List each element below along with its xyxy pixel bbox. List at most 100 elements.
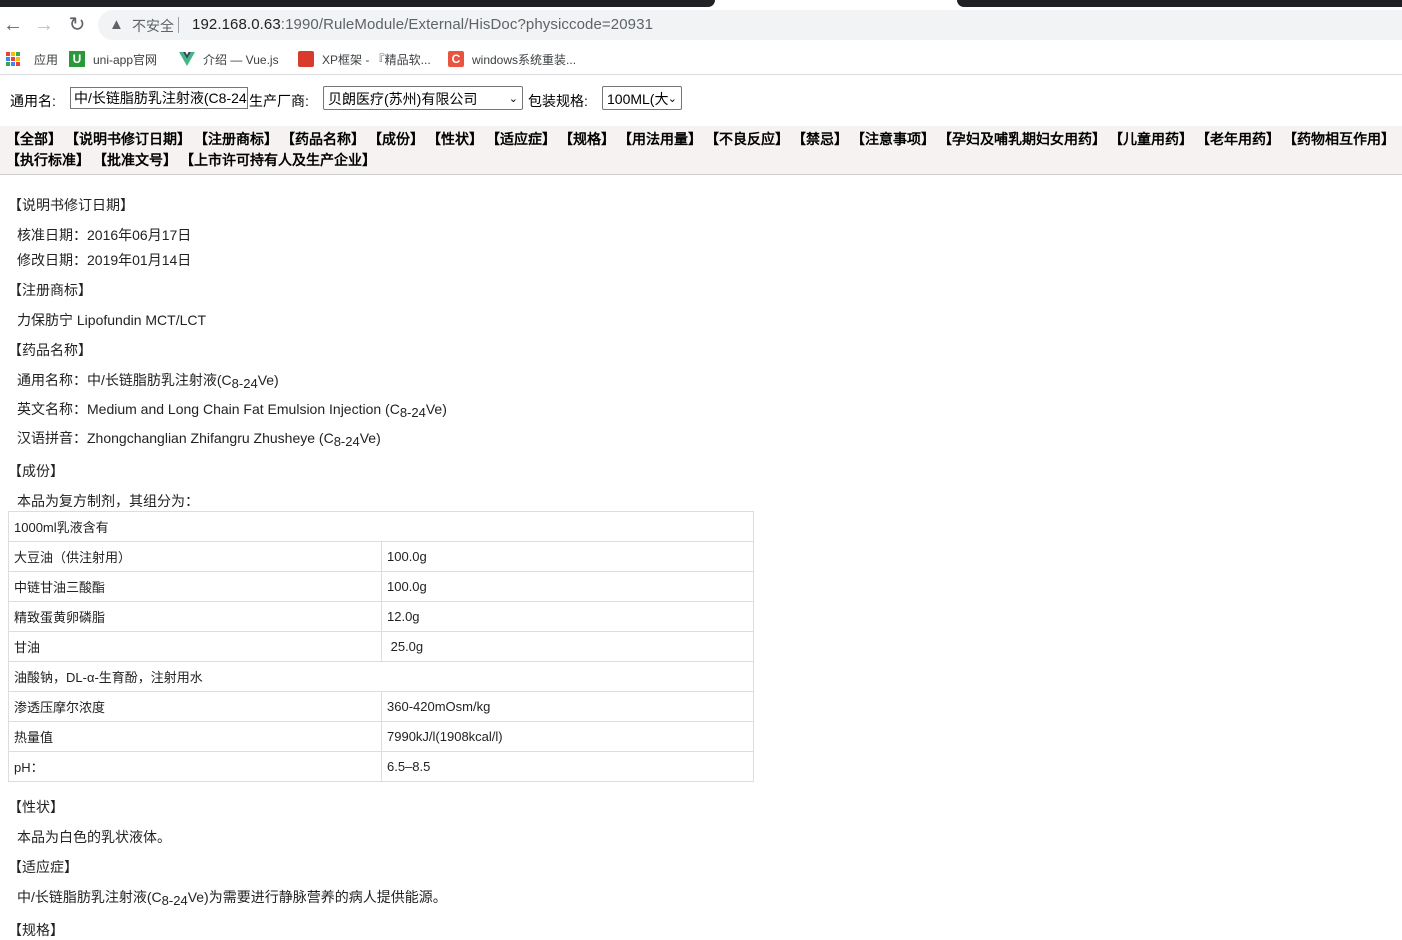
- bookmark-label: 介绍 — Vue.js: [203, 52, 279, 67]
- indication-text: 中/长链脂肪乳注射液(C8-24Ve)为需要进行静脉营养的病人提供能源。: [17, 889, 447, 908]
- section-link-geriatric[interactable]: 【老年用药】: [1203, 131, 1280, 147]
- section-link-spec[interactable]: 【规格】: [566, 131, 615, 147]
- indication-title: 【适应症】: [8, 859, 78, 875]
- generic-name-input[interactable]: 中/长链脂肪乳注射液(C8-24: [70, 87, 248, 109]
- uni-app-icon: U: [69, 51, 85, 67]
- section-link-adverse[interactable]: 【不良反应】: [712, 131, 789, 147]
- table-cell: 100.0g: [381, 541, 754, 572]
- table-cell: 6.5–8.5: [381, 751, 754, 782]
- section-link-revision[interactable]: 【说明书修订日期】: [72, 131, 191, 147]
- trademark-title: 【注册商标】: [8, 282, 92, 298]
- section-link-drug-name[interactable]: 【药品名称】: [288, 131, 365, 147]
- bookmark-apps[interactable]: 应用: [6, 50, 58, 68]
- modify-date: 修改日期：2019年01月14日: [17, 252, 192, 268]
- section-link-dosage[interactable]: 【用法用量】: [625, 131, 702, 147]
- appearance-title: 【性状】: [8, 799, 64, 815]
- maker-select-value: 贝朗医疗(苏州)有限公司: [328, 91, 478, 107]
- bookmark-label: windows系统重装...: [472, 52, 577, 67]
- section-link-interactions[interactable]: 【药物相互作用】: [1290, 131, 1395, 147]
- appearance-text: 本品为白色的乳状液体。: [17, 829, 171, 845]
- table-row: 热量值 7990kJ/l(1908kcal/l): [8, 721, 754, 752]
- generic-name-label: 通用名:: [10, 93, 56, 109]
- xp-icon: [298, 51, 314, 67]
- table-cell: 渗透压摩尔浓度: [8, 691, 382, 722]
- filter-bar: 通用名: 中/长链脂肪乳注射液(C8-24 生产厂商: 贝朗医疗(苏州)有限公司…: [0, 75, 1402, 125]
- table-row: pH： 6.5–8.5: [8, 751, 754, 782]
- tab-strip-right: [957, 0, 1402, 7]
- maker-label: 生产厂商:: [249, 93, 309, 109]
- trademark-text: 力保肪宁 Lipofundin MCT/LCT: [17, 312, 207, 328]
- generic-name-line: 通用名称：中/长链脂肪乳注射液(C8-24Ve): [17, 372, 279, 391]
- url-text[interactable]: 192.168.0.63:1990/RuleModule/External/Hi…: [192, 16, 653, 33]
- table-cell: 360-420mOsm/kg: [381, 691, 754, 722]
- warning-icon[interactable]: ▲: [109, 16, 124, 33]
- bookmark-vue[interactable]: 介绍 — Vue.js: [179, 50, 279, 68]
- approve-date: 核准日期：2016年06月17日: [17, 227, 192, 243]
- back-button[interactable]: ←: [2, 14, 24, 36]
- table-cell: 热量值: [8, 721, 382, 752]
- section-link-pediatric[interactable]: 【儿童用药】: [1116, 131, 1193, 147]
- bookmark-label: XP框架 - 『精品软...: [322, 52, 431, 67]
- section-link-appearance[interactable]: 【性状】: [434, 131, 483, 147]
- spec-select-value: 100ML(大: [607, 91, 669, 107]
- bookmarks-bar: 应用 U uni-app官网 介绍 — Vue.js XP框架 - 『精品软..…: [0, 44, 1402, 75]
- drug-name-title: 【药品名称】: [8, 342, 92, 358]
- section-nav-row-1: 【全部】 【说明书修订日期】 【注册商标】 【药品名称】 【成份】 【性状】 【适应症】 【规…: [6, 129, 1402, 149]
- section-link-precautions[interactable]: 【注意事项】: [858, 131, 935, 147]
- table-cell: 100.0g: [381, 571, 754, 602]
- bookmark-uni-app[interactable]: U uni-app官网: [69, 50, 157, 68]
- chevron-down-icon: ⌄: [508, 93, 518, 105]
- c-icon: C: [448, 51, 464, 67]
- composition-intro: 本品为复方制剂，其组分为：: [17, 493, 199, 509]
- table-row: 中链甘油三酸酯 100.0g: [8, 571, 754, 602]
- table-row: 渗透压摩尔浓度 360-420mOsm/kg: [8, 691, 754, 722]
- table-cell: 中链甘油三酸酯: [8, 571, 382, 602]
- reload-button[interactable]: ↻: [66, 14, 88, 36]
- browser-toolbar: ← → ↻ ▲ 不安全 192.168.0.63:1990/RuleModule…: [0, 8, 1402, 42]
- section-link-indication[interactable]: 【适应症】: [493, 131, 556, 147]
- table-cell: pH：: [8, 751, 382, 782]
- address-separator: [178, 17, 179, 33]
- table-cell: 25.0g: [381, 631, 754, 662]
- chevron-down-icon: ⌄: [667, 93, 677, 105]
- spec-title: 【规格】: [8, 922, 64, 938]
- section-link-holder[interactable]: 【上市许可持有人及生产企业】: [187, 152, 376, 168]
- table-row: 大豆油（供注射用） 100.0g: [8, 541, 754, 572]
- insecure-label[interactable]: 不安全: [132, 16, 174, 36]
- bookmark-label: 应用: [34, 52, 59, 67]
- table-cell: 精致蛋黄卵磷脂: [8, 601, 382, 632]
- section-link-contraindication[interactable]: 【禁忌】: [799, 131, 848, 147]
- revision-title: 【说明书修订日期】: [8, 197, 134, 213]
- forward-button[interactable]: →: [33, 14, 55, 36]
- bookmark-label: uni-app官网: [93, 52, 158, 67]
- section-link-trademark[interactable]: 【注册商标】: [201, 131, 278, 147]
- section-nav: 【全部】 【说明书修订日期】 【注册商标】 【药品名称】 【成份】 【性状】 【适应症】 【规…: [0, 126, 1402, 175]
- vue-icon: [179, 51, 195, 67]
- maker-select[interactable]: 贝朗医疗(苏州)有限公司 ⌄: [323, 86, 523, 110]
- section-link-pregnancy[interactable]: 【孕妇及哺乳期妇女用药】: [945, 131, 1106, 147]
- table-row: 精致蛋黄卵磷脂 12.0g: [8, 601, 754, 632]
- table-cell: 7990kJ/l(1908kcal/l): [381, 721, 754, 752]
- table-header-cell: 1000ml乳液含有: [8, 511, 754, 542]
- section-link-all[interactable]: 【全部】: [6, 131, 62, 147]
- apps-grid-icon: [6, 52, 20, 66]
- spec-select[interactable]: 100ML(大 ⌄: [602, 86, 682, 110]
- section-link-approval[interactable]: 【批准文号】: [100, 152, 177, 168]
- table-cell: 油酸钠，DL-α-生育酚，注射用水: [8, 661, 754, 692]
- pinyin-name-line: 汉语拼音：Zhongchanglian Zhifangru Zhusheye (…: [17, 430, 381, 449]
- table-row: 油酸钠，DL-α-生育酚，注射用水: [8, 661, 754, 692]
- bookmark-windows[interactable]: C windows系统重装...: [448, 50, 576, 68]
- composition-title: 【成份】: [8, 463, 64, 479]
- table-row: 1000ml乳液含有: [8, 511, 754, 542]
- table-cell: 大豆油（供注射用）: [8, 541, 382, 572]
- spec-label: 包装规格:: [528, 93, 588, 109]
- address-bar[interactable]: ▲ 不安全 192.168.0.63:1990/RuleModule/Exter…: [98, 10, 1402, 40]
- bookmark-xp[interactable]: XP框架 - 『精品软...: [298, 50, 431, 68]
- table-row: 甘油 25.0g: [8, 631, 754, 662]
- table-cell: 12.0g: [381, 601, 754, 632]
- tab-strip: [0, 0, 1402, 8]
- section-link-standard[interactable]: 【执行标准】: [6, 152, 90, 168]
- tab-strip-left: [0, 0, 715, 7]
- section-link-composition[interactable]: 【成份】: [375, 131, 424, 147]
- english-name-line: 英文名称：Medium and Long Chain Fat Emulsion …: [17, 401, 447, 420]
